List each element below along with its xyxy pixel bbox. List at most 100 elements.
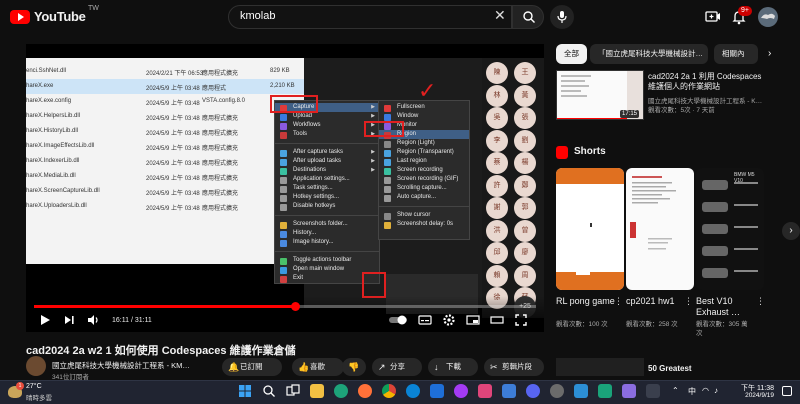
chip-all[interactable]: 全部 [556,44,587,64]
file-name: hareX.HelpersLib.dll [26,113,81,119]
main-menu-item[interactable]: Hotkey settings... [275,193,379,202]
capture-submenu-item[interactable]: Fullscreen [379,103,469,112]
capture-submenu-item[interactable]: Screen recording (GIF) [379,175,469,184]
file-type: 應用程式擴充 [202,116,239,122]
capture-submenu-item[interactable]: Window [379,112,469,121]
video-player[interactable]: enci.SshNet.dll 2024/2/21 下午 06:53 應用程式擴充 8… [26,44,544,332]
miniplayer-icon[interactable] [466,313,480,327]
file-name: hareX.MediaLib.dll [26,173,76,179]
voice-search-button[interactable] [550,5,574,29]
create-icon[interactable] [704,8,722,26]
autoplay-toggle[interactable] [388,313,410,327]
main-menu-item[interactable]: Screenshots folder... [275,220,379,229]
download-button[interactable]: ↓ 下載 [428,358,478,376]
play-icon[interactable] [38,313,52,327]
capture-submenu-item[interactable]: Scrolling capture... [379,184,469,193]
submenu-arrow-icon: ▶ [371,113,375,119]
app-icon-3[interactable] [574,384,588,398]
windows-start-icon[interactable] [238,384,252,398]
main-menu-item[interactable]: Disable hotkeys [275,202,379,211]
shorts-next-button[interactable]: › [782,222,800,240]
short-title-1[interactable]: RL pong game [556,296,618,307]
clear-search-icon[interactable]: ✕ [494,7,506,24]
main-menu-item[interactable]: Application settings... [275,175,379,184]
notification-center-icon[interactable] [782,386,792,396]
short-title-3[interactable]: Best V10 Exhaust … [696,296,760,318]
chip-channel[interactable]: 「國立虎尾科技大學機械設計… [590,44,708,64]
capture-submenu-item[interactable]: Show cursor [379,211,469,220]
app-icon-6[interactable] [646,384,660,398]
capture-submenu-item-label: Screen recording (GIF) [397,176,459,182]
messenger-icon[interactable] [454,384,468,398]
main-menu-item[interactable]: After capture tasks ▶ [275,148,379,157]
short-more-icon-2[interactable]: ⋮ [684,296,693,307]
channel-avatar[interactable] [26,356,46,376]
search-button[interactable] [512,5,544,29]
main-menu-item[interactable]: After upload tasks ▶ [275,157,379,166]
theater-mode-icon[interactable] [490,313,504,327]
chrome-icon[interactable] [382,384,396,398]
subscribed-button[interactable]: 🔔 已訂閱 [222,358,282,376]
capture-submenu-item[interactable]: Auto capture... [379,193,469,202]
short-card-3[interactable]: BMW M5 V10 [696,168,764,290]
main-menu-item[interactable]: Task settings... [275,184,379,193]
submenu-arrow-icon: ▶ [371,149,375,155]
firefox-icon[interactable] [358,384,372,398]
task-view-icon[interactable] [286,384,300,398]
main-menu-item[interactable]: Image history... [275,238,379,247]
clip-button[interactable]: ✂ 剪輯片段 [484,358,544,376]
speaker-icon[interactable]: ♪ [714,386,718,395]
short-title-2[interactable]: cp2021 hw1 [626,296,675,307]
search-query-text[interactable]: kmolab [240,10,275,22]
menu-icon[interactable] [0,10,6,22]
discord-icon[interactable] [526,384,540,398]
capture-submenu-item[interactable]: Region (Transparent) [379,148,469,157]
chip-related[interactable]: 相關內 [714,44,758,64]
channel-name[interactable]: 國立虎尾科技大學機械設計工程系 - KM… [52,360,190,371]
app-icon-2[interactable] [502,384,516,398]
app-icon-1[interactable] [478,384,492,398]
main-menu-item[interactable]: Destinations ▶ [275,166,379,175]
settings-app-icon[interactable] [550,384,564,398]
edge-browser-icon[interactable] [334,384,348,398]
tray-chevron-icon[interactable]: ⌃ [672,386,679,395]
ime-indicator[interactable]: 中 [688,386,696,397]
edge-icon[interactable] [406,384,420,398]
youtube-logo-icon[interactable] [10,10,30,24]
main-menu-item-icon [280,258,287,265]
volume-icon[interactable] [86,313,100,327]
chips-next-icon[interactable]: › [768,48,771,59]
short-card-2[interactable] [626,168,694,290]
like-button[interactable]: 👍 喜歡 [292,358,344,376]
app-icon-5[interactable] [622,384,636,398]
participant-avatar: 王 [514,62,536,84]
fullscreen-icon[interactable] [514,313,528,327]
file-explorer-icon[interactable] [310,384,324,398]
short-card-1[interactable] [556,168,624,290]
capture-submenu-item[interactable]: Screen recording [379,166,469,175]
wifi-icon[interactable]: ◠ [702,386,709,395]
taskbar-search-icon[interactable] [262,384,276,398]
next-rec-title[interactable]: 50 Greatest [648,364,692,373]
short-more-icon-1[interactable]: ⋮ [614,296,623,307]
clock-date[interactable]: 2024/9/19 [728,392,774,399]
progress-scrubber[interactable] [291,302,300,311]
recommended-title[interactable]: cad2024 2a 1 利用 Codespaces 維護個人的作業網站 [648,72,768,92]
youtube-logo-text[interactable]: YouTube [34,9,86,24]
capture-submenu-item[interactable]: Region (Light) [379,139,469,148]
subtitles-icon[interactable] [418,313,432,327]
avatar-icon[interactable] [758,7,778,27]
short-more-icon-3[interactable]: ⋮ [756,296,765,307]
next-icon[interactable] [62,313,76,327]
main-menu-item[interactable]: Upload ▶ [275,112,379,121]
settings-icon[interactable] [442,313,456,327]
next-rec-thumbnail[interactable] [556,358,644,376]
capture-submenu-item[interactable]: Screenshot delay: 0s [379,220,469,229]
main-menu-item[interactable]: History... [275,229,379,238]
capture-submenu-item[interactable]: Last region [379,157,469,166]
main-menu-item[interactable]: Toggle actions toolbar [275,256,379,265]
share-button[interactable]: ↗ 分享 [372,358,422,376]
app-icon-4[interactable] [598,384,612,398]
mail-icon[interactable] [430,384,444,398]
dislike-button[interactable]: 👎 [342,358,366,376]
